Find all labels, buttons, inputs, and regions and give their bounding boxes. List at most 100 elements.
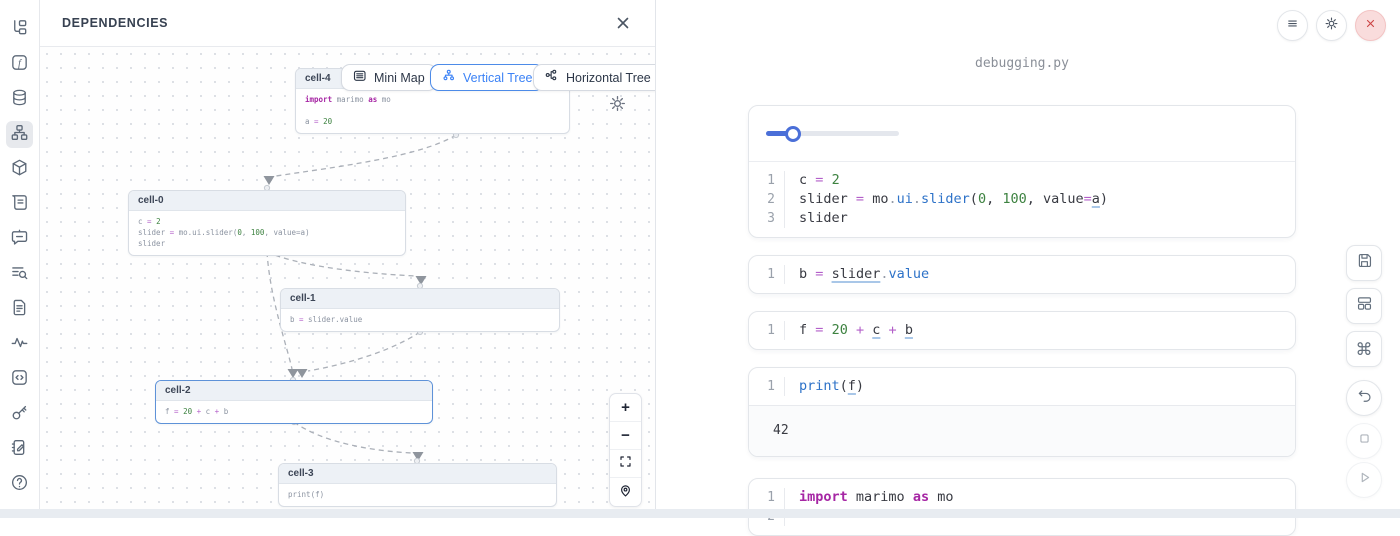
stop-icon (1356, 430, 1373, 452)
notebook-menu-button[interactable] (1277, 10, 1308, 41)
run-button[interactable] (1346, 462, 1382, 498)
package-icon (10, 158, 29, 182)
notebook-panel: debugging.py 123c = 2slider = mo.ui.slid… (656, 0, 1400, 518)
minus-icon: − (621, 427, 630, 444)
logs-icon (10, 193, 29, 217)
graph-node-code: f = 20 + c + b (156, 401, 432, 423)
sidebar-item-secrets[interactable] (6, 401, 33, 428)
sidebar-item-ai-chat[interactable] (6, 226, 33, 253)
stop-button[interactable] (1346, 423, 1382, 459)
graph-node-title: cell-0 (129, 191, 405, 211)
cell-editor[interactable]: 1b = slider.value (749, 256, 1295, 293)
horizontal-scrollbar-track[interactable] (0, 509, 1400, 518)
code-box-icon (10, 368, 29, 392)
sidebar-item-file-explorer[interactable] (6, 16, 33, 43)
graph-zoom-controls: +− (609, 393, 642, 507)
graph-node-code: import marimo as mo a = 20 (296, 89, 569, 133)
save-button[interactable] (1346, 245, 1382, 281)
helper-icon-rail: f (0, 0, 40, 518)
cell-editor[interactable]: 123c = 2slider = mo.ui.slider(0, 100, va… (749, 162, 1295, 237)
view-mode-label: Vertical Tree (463, 71, 532, 85)
line-numbers: 1 (749, 377, 785, 396)
sidebar-item-scratchpad[interactable] (6, 436, 33, 463)
edge-arrowhead (288, 369, 299, 378)
fit-view-button[interactable] (610, 450, 641, 478)
menu-icon (1285, 16, 1300, 36)
sidebar-item-dependencies[interactable] (6, 121, 33, 148)
slider-knob[interactable] (785, 126, 801, 142)
key-icon (10, 403, 29, 427)
view-mode-label: Mini Map (374, 71, 425, 85)
gear-icon (1324, 16, 1339, 36)
command-icon: ⌘ (1356, 341, 1373, 358)
edge-cell-4-to-cell-0 (276, 135, 456, 176)
graph-node-title: cell-2 (156, 381, 432, 401)
file-tree-icon (10, 18, 29, 42)
cell-editor[interactable]: 12import marimo as mo (749, 479, 1295, 535)
activity-icon (10, 333, 29, 357)
minimap-icon (353, 69, 368, 87)
center-selection-button[interactable] (610, 478, 641, 506)
graph-node-cell-2[interactable]: cell-2f = 20 + c + b (155, 380, 433, 424)
command-palette-button[interactable]: ⌘ (1346, 331, 1382, 367)
code-lines: c = 2slider = mo.ui.slider(0, 100, value… (785, 171, 1108, 228)
help-icon (10, 473, 29, 497)
dependency-graph-canvas[interactable]: cell-4import marimo as mo a = 20cell-0c … (40, 47, 655, 518)
database-icon (10, 88, 29, 112)
notebook-settings-button[interactable] (1316, 10, 1347, 41)
zoom-out-button[interactable]: − (610, 422, 641, 450)
notebook-close-button[interactable] (1355, 10, 1386, 41)
undo-button[interactable] (1346, 380, 1382, 416)
sidebar-item-search[interactable] (6, 261, 33, 288)
edge-arrowhead (297, 369, 308, 378)
plus-icon: + (621, 399, 630, 416)
center-pin-icon (618, 483, 633, 502)
cell-editor[interactable]: 1print(f) (749, 368, 1295, 405)
code-lines: f = 20 + c + b (785, 321, 913, 340)
sidebar-item-documentation[interactable] (6, 296, 33, 323)
scratchpad-icon (10, 438, 29, 462)
zoom-in-button[interactable]: + (610, 394, 641, 422)
sidebar-item-datasources[interactable] (6, 86, 33, 113)
notebook-filename: debugging.py (748, 56, 1296, 71)
document-icon (10, 298, 29, 322)
functions-icon: f (10, 53, 29, 77)
code-lines: b = slider.value (785, 265, 929, 284)
sidebar-item-snippets[interactable] (6, 366, 33, 393)
view-mode-vertical-tree-button[interactable]: Vertical Tree (430, 64, 544, 91)
close-x-icon (1363, 16, 1378, 36)
line-numbers: 12 (749, 488, 785, 526)
close-icon[interactable] (613, 13, 633, 33)
view-mode-horizontal-tree-button[interactable]: Horizontal Tree (533, 64, 655, 91)
chat-icon (10, 228, 29, 252)
sidebar-item-tracing[interactable] (6, 331, 33, 358)
svg-text:f: f (18, 58, 23, 69)
graph-node-cell-0[interactable]: cell-0c = 2slider = mo.ui.slider(0, 100,… (128, 190, 406, 256)
sidebar-item-packages[interactable] (6, 156, 33, 183)
fit-view-icon (618, 454, 633, 473)
graph-settings-gear-icon[interactable] (608, 94, 628, 114)
play-icon (1356, 469, 1373, 491)
code-lines: import marimo as mo (785, 488, 953, 526)
notebook-cell-3: 1print(f)42 (748, 367, 1296, 457)
graph-node-cell-1[interactable]: cell-1b = slider.value (280, 288, 560, 332)
graph-node-title: cell-3 (279, 464, 556, 484)
edge-cell-1-to-cell-2 (308, 332, 420, 371)
notebook-cell-4: 12import marimo as mo (748, 478, 1296, 536)
cell-editor[interactable]: 1f = 20 + c + b (749, 312, 1295, 349)
sidebar-item-logs[interactable] (6, 191, 33, 218)
layout-panel-icon (1356, 295, 1373, 317)
view-mode-minimap-button[interactable]: Mini Map (341, 64, 437, 91)
dependencies-title: DEPENDENCIES (62, 16, 168, 30)
edge-arrowhead (264, 176, 275, 185)
sidebar-item-help[interactable] (6, 471, 33, 498)
layout-button[interactable] (1346, 288, 1382, 324)
cell-output: 42 (749, 405, 1295, 456)
graph-node-code: c = 2slider = mo.ui.slider(0, 100, value… (129, 211, 405, 255)
graph-node-code: print(f) (279, 484, 556, 506)
slider-track[interactable] (766, 131, 899, 136)
sidebar-item-variables[interactable]: f (6, 51, 33, 78)
code-lines: print(f) (785, 377, 864, 396)
line-numbers: 1 (749, 265, 785, 284)
graph-node-cell-3[interactable]: cell-3print(f) (278, 463, 557, 507)
